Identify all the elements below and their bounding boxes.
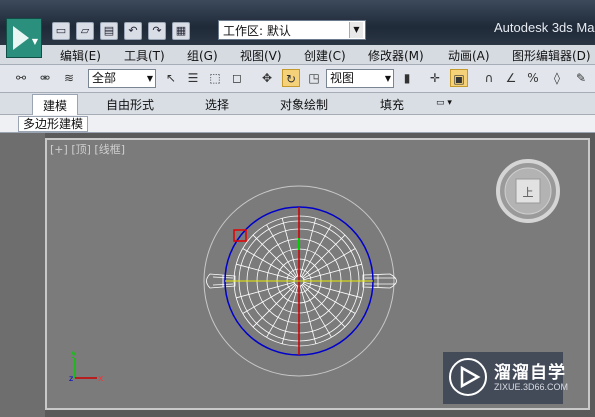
view-cube-face-label: 上 xyxy=(523,186,534,199)
reference-coordinate-dropdown[interactable]: 视图 ▼ xyxy=(326,69,394,88)
menu-views[interactable]: 视图(V) xyxy=(240,47,282,64)
teapot-wire-spoke xyxy=(301,285,332,338)
menu-group[interactable]: 组(G) xyxy=(187,47,218,64)
teapot-wire-spoke xyxy=(252,284,296,328)
move-icon[interactable]: ✥ xyxy=(258,69,276,87)
keyboard-shortcut-override-icon[interactable]: ▣ xyxy=(450,69,468,87)
save-icon[interactable]: ▤ xyxy=(100,22,118,40)
axis-y-label: y xyxy=(71,349,77,359)
tab-selection[interactable]: 选择 xyxy=(205,96,229,113)
select-by-name-icon[interactable]: ☰ xyxy=(184,69,202,87)
axis-tripod: y x z xyxy=(69,349,104,384)
teapot-wire-spoke xyxy=(281,218,299,277)
snaps-toggle-icon[interactable]: ∩ xyxy=(480,69,498,87)
selection-filter-value: 全部 xyxy=(92,71,117,85)
axis-z-label: z xyxy=(69,374,73,383)
quick-access-toolbar: ▭ ▱ ▤ ↶ ↷ ▦ xyxy=(52,20,190,42)
project-folder-icon[interactable]: ▦ xyxy=(172,22,190,40)
pivot-center-icon[interactable]: ▮ xyxy=(398,69,416,87)
tab-object-paint[interactable]: 对象绘制 xyxy=(280,96,328,113)
angle-snap-icon[interactable]: ∠ xyxy=(502,69,520,87)
teapot-wire-spoke xyxy=(242,283,295,314)
select-object-icon[interactable]: ↖ xyxy=(162,69,180,87)
bind-space-warp-icon[interactable]: ≋ xyxy=(60,69,78,87)
teapot-wire-spoke xyxy=(303,283,356,314)
chevron-down-icon: ▼ xyxy=(384,74,391,83)
teapot-wire-spoke xyxy=(303,248,356,279)
select-manipulate-icon[interactable]: ✛ xyxy=(426,69,444,87)
teapot-wire-spoke xyxy=(266,224,297,277)
watermark-title: 溜溜自学 xyxy=(494,363,566,383)
teapot-wire-spoke xyxy=(302,284,346,328)
ribbon-options-dropdown[interactable]: ▭ ▾ xyxy=(436,98,452,108)
new-file-icon[interactable]: ▭ xyxy=(52,22,70,40)
teapot-wire-spoke xyxy=(252,234,296,278)
undo-icon[interactable]: ↶ xyxy=(124,22,142,40)
link-icon[interactable]: ⚯ xyxy=(12,69,30,87)
viewport-left-margin xyxy=(0,133,45,417)
scale-icon[interactable]: ◳ xyxy=(305,69,323,87)
chevron-down-icon[interactable]: ▼ xyxy=(349,22,363,38)
teapot-wire-spoke xyxy=(303,263,362,281)
menu-animation[interactable]: 动画(A) xyxy=(448,47,490,64)
axis-x-label: x xyxy=(98,374,104,384)
menu-modifiers[interactable]: 修改器(M) xyxy=(368,47,424,64)
view-cube[interactable]: 上 xyxy=(496,159,560,223)
menu-create[interactable]: 创建(C) xyxy=(304,47,346,64)
tab-modeling[interactable]: 建模 xyxy=(32,94,79,115)
teapot-wire-spoke xyxy=(302,234,346,278)
watermark-subtitle: ZIXUE.3D66.COM xyxy=(494,382,569,392)
title-bar: ▭ ▱ ▤ ↶ ↷ ▦ 工作区: 默认 ▼ Autodesk 3ds Ma xyxy=(0,0,595,45)
reference-coordinate-value: 视图 xyxy=(330,71,355,85)
unlink-icon[interactable]: ⚮ xyxy=(36,69,54,87)
ribbon-subpanel: 多边形建模 xyxy=(0,115,595,133)
teapot-wire-spoke xyxy=(266,285,297,338)
app-title: Autodesk 3ds Ma xyxy=(494,20,595,35)
menu-bar: 编辑(E) 工具(T) 组(G) 视图(V) 创建(C) 修改器(M) 动画(A… xyxy=(0,45,595,65)
tab-populate[interactable]: 填充 xyxy=(380,96,404,113)
teapot-wire-spoke xyxy=(281,285,299,344)
selection-filter-dropdown[interactable]: 全部 ▼ xyxy=(88,69,156,88)
teapot-wire-spoke xyxy=(299,218,317,277)
window-crossing-icon[interactable]: ◻ xyxy=(228,69,246,87)
spinner-snap-icon[interactable]: ◊ xyxy=(548,69,566,87)
teapot-wire-spoke xyxy=(303,281,362,299)
teapot-wire-spoke xyxy=(242,248,295,279)
workspace-dropdown[interactable]: 工作区: 默认 ▼ xyxy=(218,20,366,40)
edit-named-selection-icon[interactable]: ✎ xyxy=(572,69,590,87)
ribbon-tabs: 建模 自由形式 选择 对象绘制 填充 ▭ ▾ xyxy=(0,93,595,115)
chevron-down-icon: ▼ xyxy=(146,74,153,83)
3ds-max-logo-icon xyxy=(13,26,29,50)
teapot-wire-spoke xyxy=(301,224,332,277)
tab-freeform[interactable]: 自由形式 xyxy=(106,96,154,113)
teapot-wire-spoke xyxy=(299,285,317,344)
teapot-wire-spoke xyxy=(236,281,295,299)
menu-tools[interactable]: 工具(T) xyxy=(124,47,165,64)
open-file-icon[interactable]: ▱ xyxy=(76,22,94,40)
main-toolbar: ⚯ ⚮ ≋ 全部 ▼ ↖ ☰ ⬚ ◻ ✥ ↻ ◳ 视图 ▼ ▮ ✛ ▣ ∩ ∠ … xyxy=(0,65,595,93)
percent-snap-icon[interactable]: % xyxy=(524,69,542,87)
teapot-wire-spoke xyxy=(236,263,295,281)
menu-graph-editors[interactable]: 图形编辑器(D) xyxy=(512,47,591,64)
application-menu-button[interactable]: ▼ xyxy=(6,18,42,58)
tab-polygon-modeling[interactable]: 多边形建模 xyxy=(18,116,89,132)
rect-selection-region-icon[interactable]: ⬚ xyxy=(206,69,224,87)
menu-edit[interactable]: 编辑(E) xyxy=(60,47,101,64)
watermark-logo-icon xyxy=(449,358,487,396)
rotate-icon[interactable]: ↻ xyxy=(282,69,300,87)
workspace-label: 工作区: 默认 xyxy=(223,23,291,38)
chevron-down-icon: ▼ xyxy=(31,37,38,46)
redo-icon[interactable]: ↷ xyxy=(148,22,166,40)
